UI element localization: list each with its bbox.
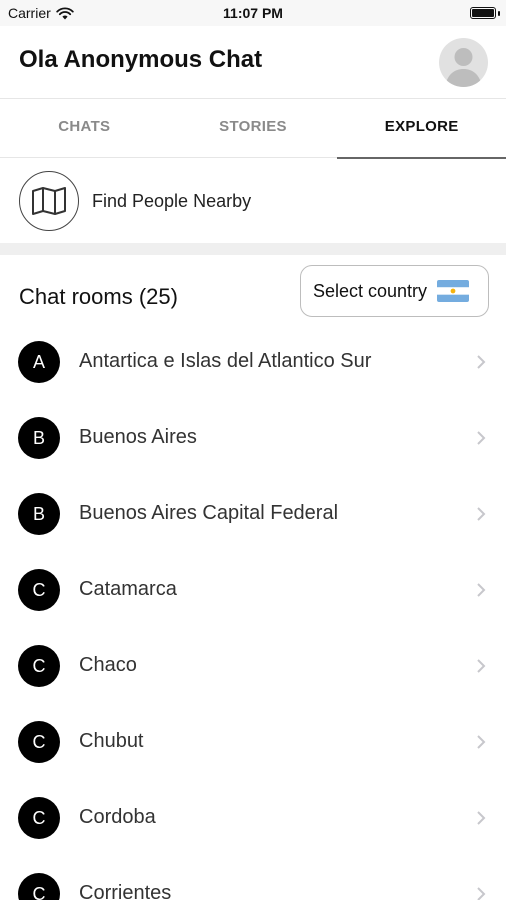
app-title: Ola Anonymous Chat	[19, 46, 263, 73]
find-people-nearby-row[interactable]: Find People Nearby	[0, 159, 506, 243]
chat-rooms-title: Chat rooms (25)	[19, 284, 178, 309]
tab-stories[interactable]: STORIES	[169, 99, 338, 157]
chevron-right-icon	[477, 431, 486, 445]
section-separator	[0, 243, 506, 255]
map-icon-glyph	[32, 187, 66, 215]
room-name: Buenos Aires	[79, 426, 197, 448]
chat-rooms-header: Chat rooms (25) Select country	[0, 255, 506, 327]
user-avatar-icon[interactable]	[439, 38, 488, 87]
chevron-right-icon	[477, 507, 486, 521]
room-initial-badge: C	[18, 873, 60, 900]
chevron-right-icon	[477, 735, 486, 749]
list-item[interactable]: A Antartica e Islas del Atlantico Sur	[0, 324, 506, 400]
map-icon	[19, 171, 79, 231]
room-initial-badge: C	[18, 797, 60, 839]
list-item[interactable]: B Buenos Aires Capital Federal	[0, 476, 506, 552]
tab-explore[interactable]: EXPLORE	[337, 99, 506, 159]
avatar-silhouette	[445, 48, 482, 87]
battery-fill	[472, 9, 494, 17]
chevron-right-icon	[477, 659, 486, 673]
battery-cap	[498, 11, 500, 16]
status-bar: Carrier 11:07 PM	[0, 0, 506, 26]
room-initial-badge: C	[18, 569, 60, 611]
room-name: Buenos Aires Capital Federal	[79, 502, 339, 524]
room-name: Cordoba	[79, 806, 156, 828]
chevron-right-icon	[477, 355, 486, 369]
list-item[interactable]: C Corrientes	[0, 856, 506, 900]
find-people-nearby-label: Find People Nearby	[92, 190, 252, 211]
room-name: Catamarca	[79, 578, 177, 600]
tab-chats[interactable]: CHATS	[0, 99, 169, 157]
room-name: Antartica e Islas del Atlantico Sur	[79, 350, 372, 372]
app-header: Ola Anonymous Chat	[0, 26, 506, 98]
argentina-flag-icon	[437, 280, 470, 302]
select-country-label: Select country	[313, 280, 428, 301]
room-initial-badge: B	[18, 417, 60, 459]
room-name: Corrientes	[79, 882, 172, 900]
chevron-right-icon	[477, 583, 486, 597]
room-name: Chubut	[79, 730, 144, 752]
room-initial-badge: C	[18, 645, 60, 687]
list-item[interactable]: C Cordoba	[0, 780, 506, 856]
chevron-right-icon	[477, 887, 486, 900]
room-name: Chaco	[79, 654, 137, 676]
room-initial-badge: C	[18, 721, 60, 763]
battery-icon	[470, 7, 496, 19]
list-item[interactable]: C Chaco	[0, 628, 506, 704]
chat-room-list: A Antartica e Islas del Atlantico Sur B …	[0, 324, 506, 900]
list-item[interactable]: B Buenos Aires	[0, 400, 506, 476]
select-country-button[interactable]: Select country	[300, 265, 489, 317]
list-item[interactable]: C Catamarca	[0, 552, 506, 628]
list-item[interactable]: C Chubut	[0, 704, 506, 780]
status-time: 11:07 PM	[223, 5, 283, 21]
chevron-right-icon	[477, 811, 486, 825]
tab-bar: CHATS STORIES EXPLORE	[0, 98, 506, 159]
room-initial-badge: A	[18, 341, 60, 383]
room-initial-badge: B	[18, 493, 60, 535]
